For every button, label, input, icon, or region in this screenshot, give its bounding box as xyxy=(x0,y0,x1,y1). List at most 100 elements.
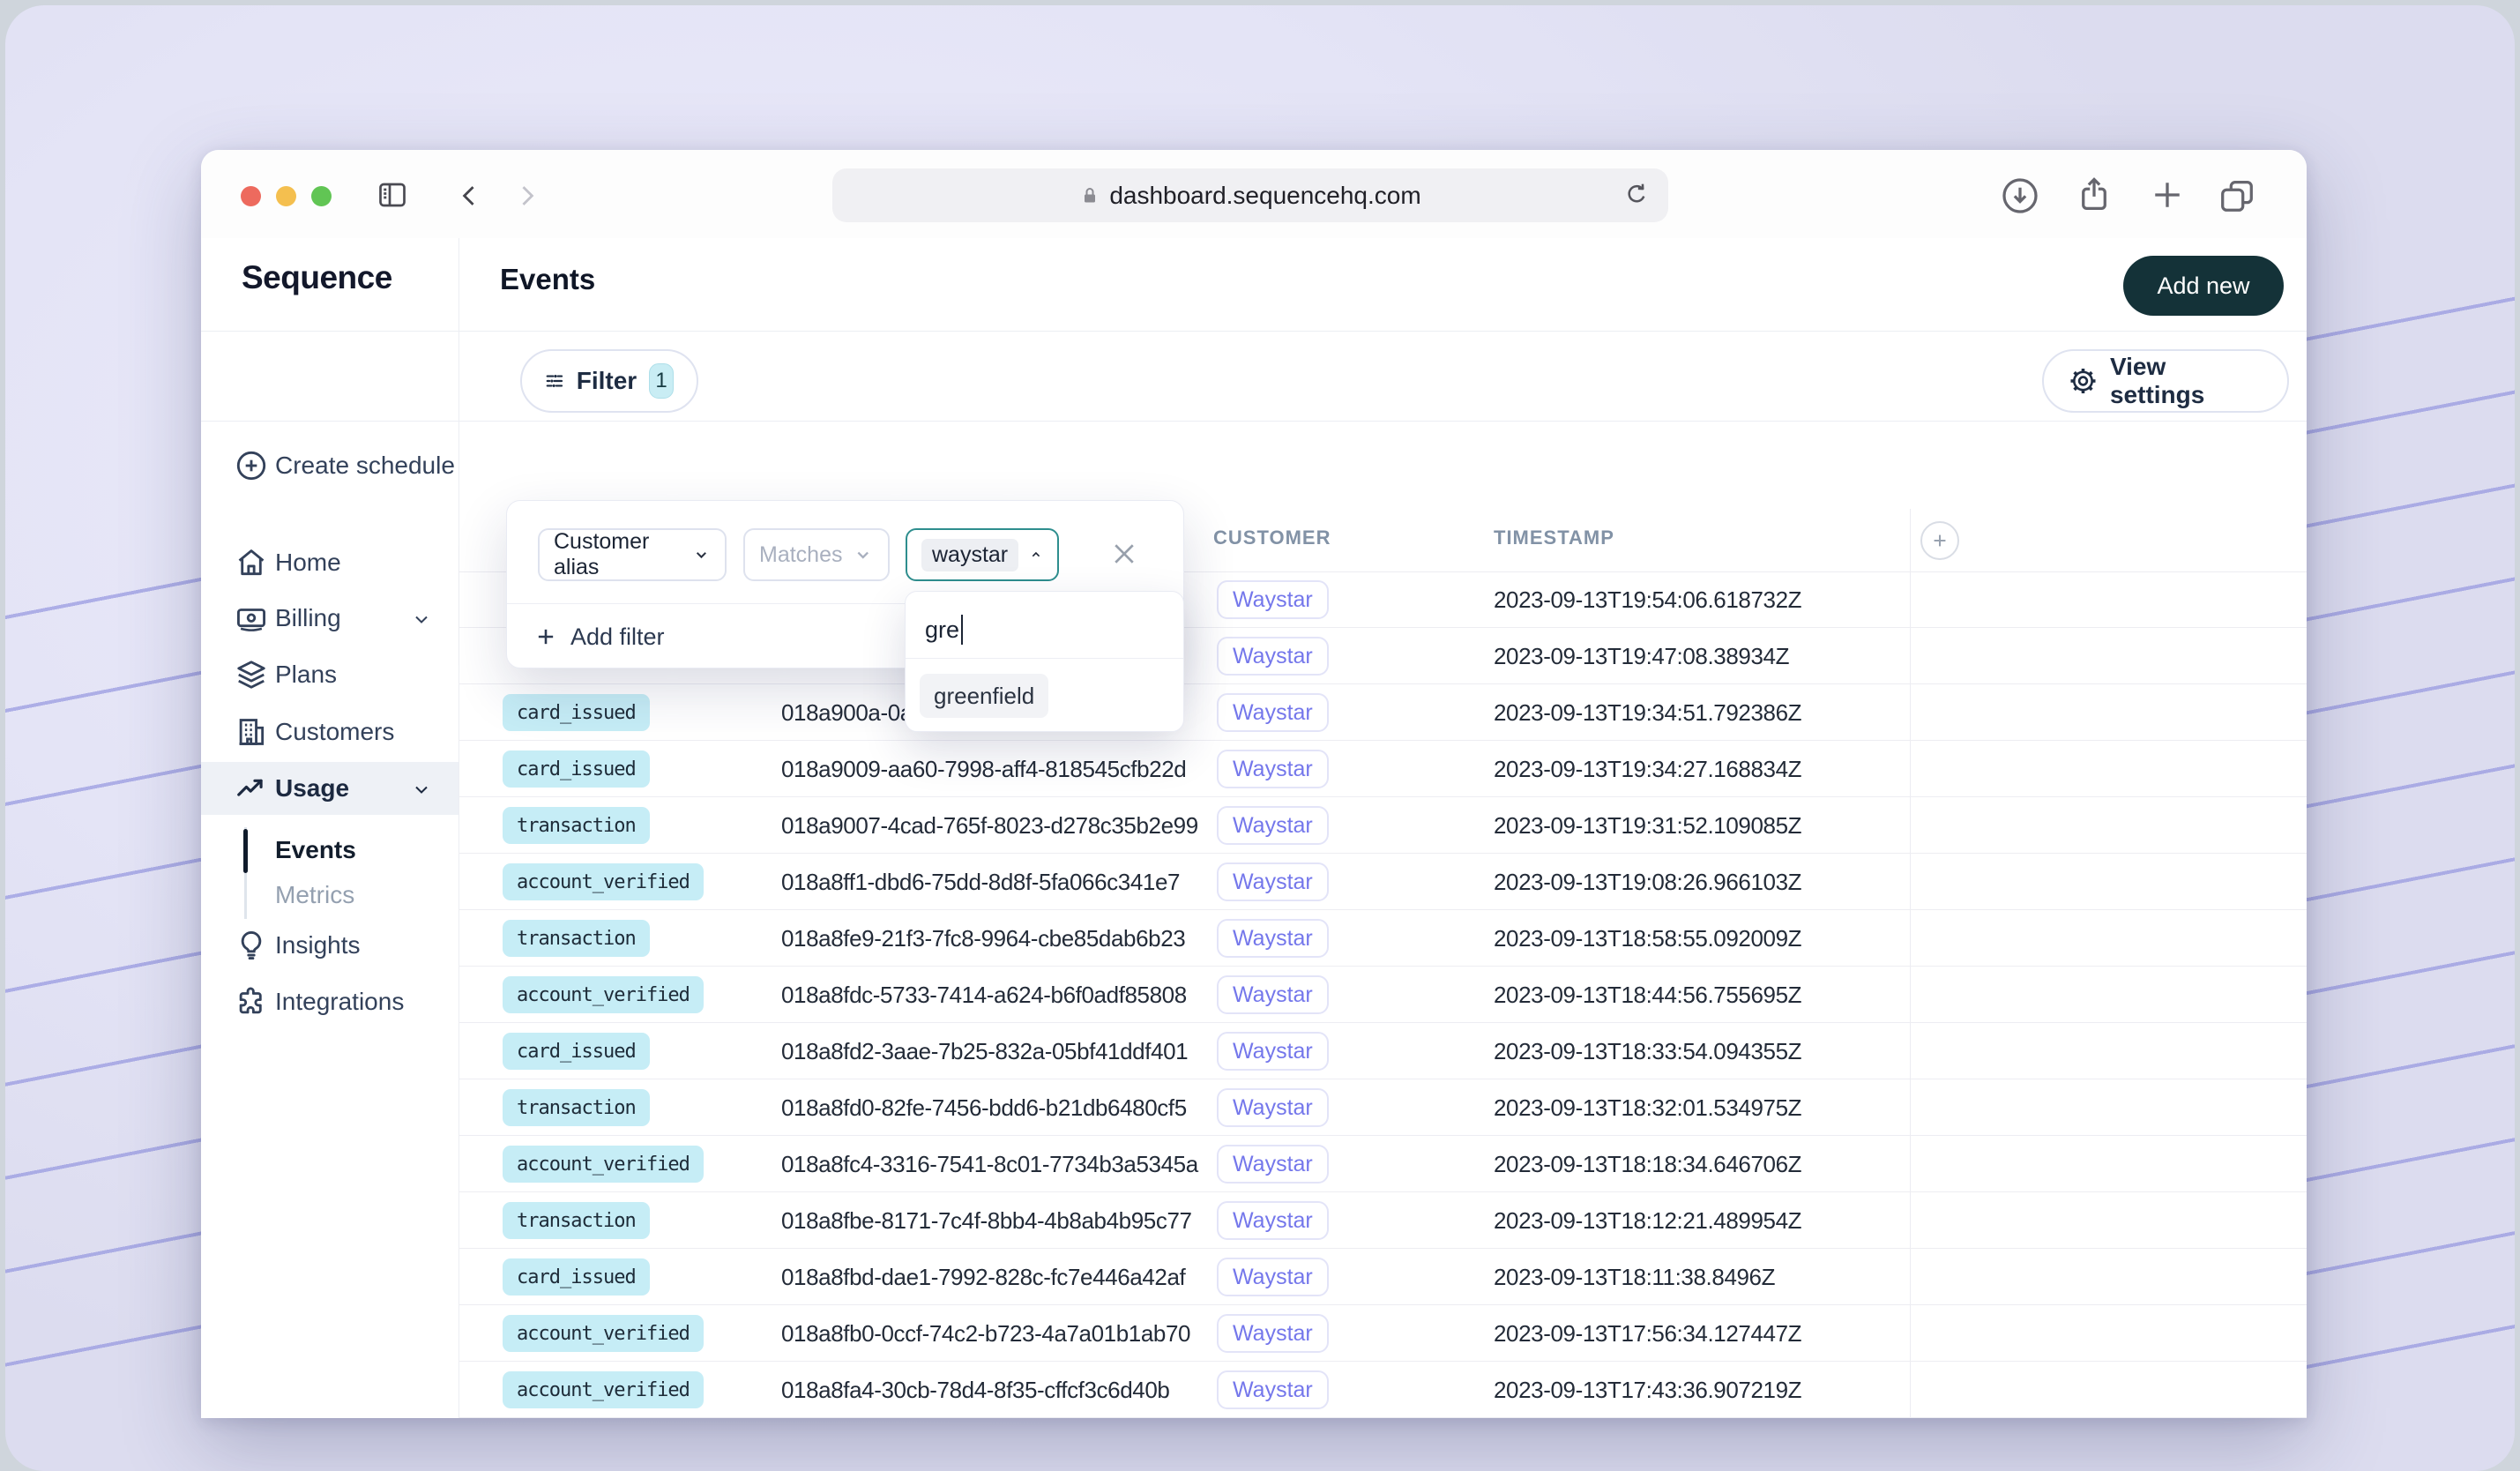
back-icon[interactable] xyxy=(455,181,485,211)
customer-link[interactable]: Waystar xyxy=(1217,1032,1329,1071)
event-timestamp: 2023-09-13T19:34:51.792386Z xyxy=(1494,699,1801,727)
lock-icon xyxy=(1079,184,1100,207)
minimize-button[interactable] xyxy=(276,186,296,206)
customer-link[interactable]: Waystar xyxy=(1217,1201,1329,1240)
event-id: 018a8fb0-0ccf-74c2-b723-4a7a01b1ab70 xyxy=(781,1320,1190,1348)
chevron-down-icon xyxy=(411,609,432,630)
filter-value-chip: waystar xyxy=(921,539,1018,571)
page-title: Events xyxy=(500,263,595,296)
sidebar-item-insights[interactable]: Insights xyxy=(201,919,459,972)
value-search-input[interactable]: gre xyxy=(925,615,963,645)
sidebar-subitem-events[interactable]: Events xyxy=(275,828,356,872)
event-type-badge: account_verified xyxy=(503,1315,704,1352)
filter-value-dropdown: gre greenfield xyxy=(905,591,1184,732)
event-timestamp: 2023-09-13T18:58:55.092009Z xyxy=(1494,925,1801,952)
sidebar-item-customers[interactable]: Customers xyxy=(201,706,459,758)
dropdown-divider xyxy=(906,658,1183,659)
chevron-down-icon xyxy=(853,544,874,565)
chevron-down-icon xyxy=(411,779,432,800)
app-logo: Sequence xyxy=(242,259,392,296)
plus-icon xyxy=(533,624,558,649)
filter-button[interactable]: Filter 1 xyxy=(520,349,698,413)
table-row[interactable]: transaction018a9007-4cad-765f-8023-d278c… xyxy=(459,797,2307,854)
event-id: 018a8fe9-21f3-7fc8-9964-cbe85dab6b23 xyxy=(781,925,1185,952)
tab-overview-icon[interactable] xyxy=(2217,175,2257,216)
event-timestamp: 2023-09-13T18:32:01.534975Z xyxy=(1494,1094,1801,1122)
filter-sliders-icon xyxy=(545,367,564,395)
event-timestamp: 2023-09-13T18:18:34.646706Z xyxy=(1494,1151,1801,1178)
chevron-up-icon xyxy=(1029,544,1043,565)
filter-operator-select[interactable]: Matches xyxy=(743,528,890,581)
column-header-customer[interactable]: CUSTOMER xyxy=(1213,526,1331,549)
customer-link[interactable]: Waystar xyxy=(1217,1370,1329,1409)
sidebar-item-billing[interactable]: Billing xyxy=(201,592,459,645)
event-id: 018a8fc4-3316-7541-8c01-7734b3a5345a xyxy=(781,1151,1198,1178)
table-row[interactable]: card_issued018a8fd2-3aae-7b25-832a-05bf4… xyxy=(459,1023,2307,1079)
table-row[interactable]: account_verified018a8ff1-dbd6-75dd-8d8f-… xyxy=(459,854,2307,910)
event-id: 018a8fbd-dae1-7992-828c-fc7e446a42af xyxy=(781,1264,1185,1291)
event-id: 018a900a-0a9 xyxy=(781,699,925,727)
customer-link[interactable]: Waystar xyxy=(1217,750,1329,788)
filter-field-select[interactable]: Customer alias xyxy=(538,528,727,581)
view-settings-button[interactable]: View settings xyxy=(2042,349,2289,413)
event-type-badge: card_issued xyxy=(503,750,650,788)
add-column-button[interactable] xyxy=(1920,521,1959,560)
table-row[interactable]: transaction018a8fd0-82fe-7456-bdd6-b21db… xyxy=(459,1079,2307,1136)
table-row[interactable]: card_issued018a8fbd-dae1-7992-828c-fc7e4… xyxy=(459,1249,2307,1305)
address-bar[interactable]: dashboard.sequencehq.com xyxy=(832,168,1668,222)
customer-link[interactable]: Waystar xyxy=(1217,1314,1329,1353)
table-row[interactable]: account_verified 018a8fc4-3316-7541-8c01-… xyxy=(459,1136,2307,1192)
home-icon xyxy=(235,546,268,579)
sidebar-item-integrations[interactable]: Integrations xyxy=(201,975,459,1028)
event-id: 018a8fbe-8171-7c4f-8bb4-4b8ab4b95c77 xyxy=(781,1207,1192,1235)
zoom-button[interactable] xyxy=(311,186,332,206)
customer-link[interactable]: Waystar xyxy=(1217,1145,1329,1184)
share-icon[interactable] xyxy=(2074,175,2114,215)
table-row[interactable]: transaction018a8fbe-8171-7c4f-8bb4-4b8ab… xyxy=(459,1192,2307,1249)
dropdown-option-greenfield[interactable]: greenfield xyxy=(920,674,1048,718)
puzzle-icon xyxy=(235,985,268,1019)
event-type-badge: card_issued xyxy=(503,694,650,731)
table-row[interactable]: account_verified018a8fa4-30cb-78d4-8f35-… xyxy=(459,1362,2307,1418)
sidebar-item-home[interactable]: Home xyxy=(201,536,459,589)
event-type-badge: account_verified xyxy=(503,1146,704,1183)
sidebar-item-usage[interactable]: Usage xyxy=(201,762,459,815)
sidebar-subitem-metrics[interactable]: Metrics xyxy=(275,873,354,917)
create-schedule-button[interactable]: Create schedule xyxy=(201,439,459,492)
table-row[interactable]: card_issued 018a900a-0a9 Waystar 2023-09-13… xyxy=(459,684,2307,741)
view-settings-label: View settings xyxy=(2110,353,2263,409)
customer-link[interactable]: Waystar xyxy=(1217,862,1329,901)
table-row[interactable]: transaction 018a8fe9-21f3-7fc8-9964-cbe85… xyxy=(459,910,2307,967)
add-new-button[interactable]: Add new xyxy=(2123,256,2284,316)
add-filter-button[interactable]: Add filter xyxy=(533,617,665,656)
new-tab-icon[interactable] xyxy=(2148,175,2187,214)
customer-link[interactable]: Waystar xyxy=(1217,806,1329,845)
sidebar-item-plans[interactable]: Plans xyxy=(201,648,459,701)
event-timestamp: 2023-09-13T18:11:38.8496Z xyxy=(1494,1264,1775,1291)
customer-link[interactable]: Waystar xyxy=(1217,1258,1329,1296)
customer-link[interactable]: Waystar xyxy=(1217,580,1329,619)
customer-link[interactable]: Waystar xyxy=(1217,693,1329,732)
customer-link[interactable]: Waystar xyxy=(1217,919,1329,958)
remove-filter-icon[interactable] xyxy=(1108,538,1140,570)
column-header-timestamp[interactable]: TIMESTAMP xyxy=(1494,526,1614,549)
downloads-icon[interactable] xyxy=(2000,175,2040,216)
sidebar-toggle-icon[interactable] xyxy=(376,179,409,211)
customer-link[interactable]: Waystar xyxy=(1217,975,1329,1014)
event-timestamp: 2023-09-13T19:08:26.966103Z xyxy=(1494,869,1801,896)
customer-link[interactable]: Waystar xyxy=(1217,637,1329,676)
customer-link[interactable]: Waystar xyxy=(1217,1088,1329,1127)
table-row[interactable]: card_issued018a9009-aa60-7998-aff4-81854… xyxy=(459,741,2307,797)
forward-icon[interactable] xyxy=(511,181,541,211)
close-button[interactable] xyxy=(241,186,261,206)
table-row[interactable]: account_verified018a8fdc-5733-7414-a624-… xyxy=(459,967,2307,1023)
event-id: 018a8ff1-dbd6-75dd-8d8f-5fa066c341e7 xyxy=(781,869,1180,896)
table-row[interactable]: account_verified 018a8fb0-0ccf-74c2-b723-… xyxy=(459,1305,2307,1362)
reload-icon[interactable] xyxy=(1622,181,1651,209)
filter-value-select[interactable]: waystar xyxy=(906,528,1059,581)
event-type-badge: transaction xyxy=(503,1089,650,1126)
event-timestamp: 2023-09-13T18:33:54.094355Z xyxy=(1494,1038,1801,1065)
event-type-badge: transaction xyxy=(503,920,650,957)
browser-toolbar: dashboard.sequencehq.com xyxy=(201,150,2307,239)
header-divider xyxy=(201,331,2307,332)
